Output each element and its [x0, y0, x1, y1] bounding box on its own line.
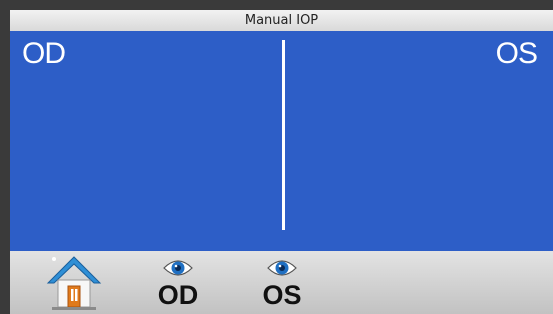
od-button-label: OD [157, 280, 199, 310]
od-label: OD [22, 37, 66, 70]
home-button[interactable] [44, 251, 104, 314]
os-label: OS [495, 37, 538, 70]
home-icon [46, 256, 102, 310]
os-button-label: OS [262, 280, 302, 310]
bottom-toolbar: OD OS [10, 251, 553, 314]
manual-iop-screen: Manual IOP OD OS OD OS [0, 0, 553, 314]
screen-title: Manual IOP [244, 13, 319, 28]
title-bar: Manual IOP [10, 10, 553, 31]
measurement-area: OD OS [10, 31, 553, 251]
od-button[interactable]: OD [146, 251, 210, 314]
eye-icon [267, 260, 297, 276]
os-button[interactable]: OS [250, 251, 314, 314]
center-divider [282, 40, 285, 230]
eye-icon [163, 260, 193, 276]
